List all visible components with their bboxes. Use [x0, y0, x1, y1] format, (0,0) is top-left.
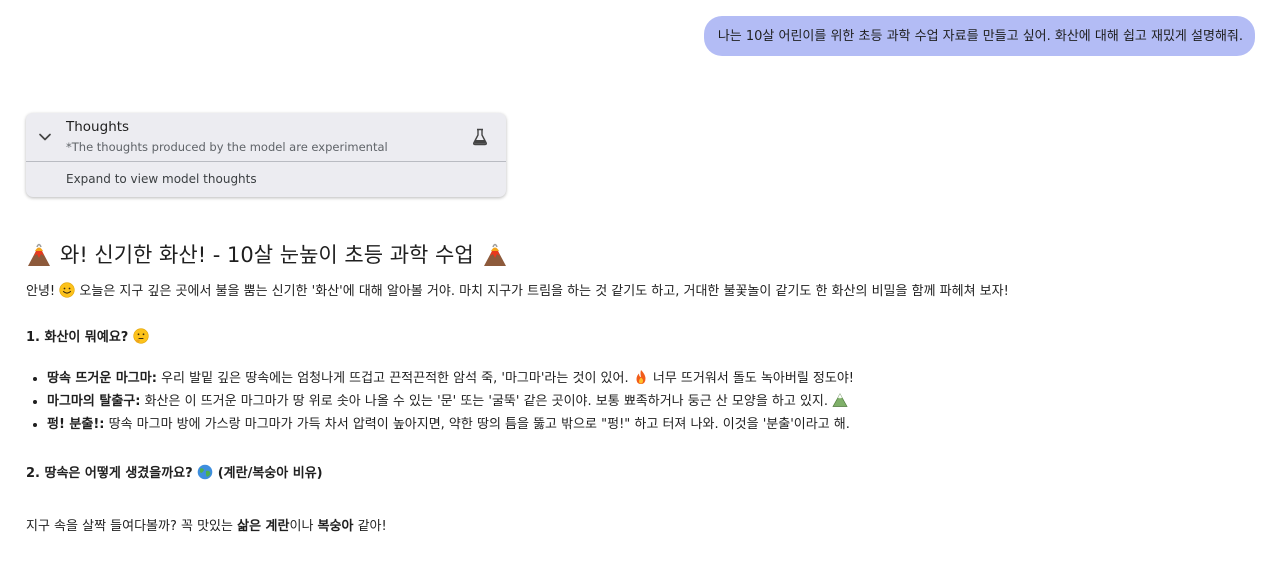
closing-bold-egg: 삶은 계란 [237, 519, 290, 534]
list-item: 땅속 뜨거운 마그마: 우리 발밑 깊은 땅속에는 엄청나게 뜨겁고 끈적끈적한… [47, 367, 1256, 390]
intro-paragraph: 안녕! 오늘은 지구 깊은 곳에서 불을 뿜는 신기한 '화산'에 대해 알아볼… [26, 282, 1256, 302]
expand-thoughts-link[interactable]: Expand to view model thoughts [66, 172, 257, 186]
intro-greeting: 안녕! [26, 284, 56, 299]
thinking-face-emoji-icon [133, 328, 149, 344]
list-item: 펑! 분출!: 땅속 마그마 방에 가스랑 마그마가 가득 차서 압력이 높아지… [47, 413, 1256, 436]
globe-emoji-icon [197, 464, 213, 480]
section-1-list: 땅속 뜨거운 마그마: 우리 발밑 깊은 땅속에는 엄청나게 뜨겁고 끈적끈적한… [26, 367, 1256, 436]
closing-text-b: 이나 [289, 519, 314, 534]
closing-text-a: 지구 속을 살짝 들여다볼까? 꼭 맛있는 [26, 519, 233, 534]
mountain-emoji-icon [832, 393, 848, 407]
chat-page: 나는 10살 어린이를 위한 초등 과학 수업 자료를 만들고 싶어. 화산에 … [0, 0, 1273, 570]
user-message-bubble: 나는 10살 어린이를 위한 초등 과학 수업 자료를 만들고 싶어. 화산에 … [703, 16, 1255, 56]
fire-emoji-icon [636, 370, 646, 384]
response-heading: 와! 신기한 화산! - 10살 눈높이 초등 과학 수업 [26, 238, 1256, 272]
user-message-text: 나는 10살 어린이를 위한 초등 과학 수업 자료를 만들고 싶어. 화산에 … [717, 29, 1243, 44]
list-item-text: 화산은 이 뜨거운 마그마가 땅 위로 솟아 나올 수 있는 '문' 또는 '굴… [144, 394, 829, 409]
flask-icon [472, 128, 488, 146]
list-item-term: 땅속 뜨거운 마그마: [47, 371, 157, 386]
closing-text-c: 같아! [357, 519, 387, 534]
thoughts-divider [26, 161, 506, 162]
thoughts-panel[interactable]: Thoughts *The thoughts produced by the m… [26, 113, 506, 197]
response-heading-text: 와! 신기한 화산! - 10살 눈높이 초등 과학 수업 [60, 243, 474, 267]
list-item: 마그마의 탈출구: 화산은 이 뜨거운 마그마가 땅 위로 솟아 나올 수 있는… [47, 390, 1256, 413]
thoughts-subtitle: *The thoughts produced by the model are … [66, 140, 388, 154]
section-1-title-text: 1. 화산이 뭐예요? [26, 330, 129, 345]
volcano-emoji-icon [28, 243, 50, 266]
list-item-tail: 너무 뜨거워서 돌도 녹아버릴 정도야! [652, 371, 855, 386]
section-2-title-text: 2. 땅속은 어떻게 생겼을까요? [26, 466, 193, 481]
thoughts-header[interactable]: Thoughts *The thoughts produced by the m… [26, 113, 506, 161]
list-item-term: 마그마의 탈출구: [47, 394, 141, 409]
list-item-text: 땅속 마그마 방에 가스랑 마그마가 가득 차서 압력이 높아지면, 약한 땅의… [108, 417, 850, 432]
volcano-emoji-icon [483, 243, 506, 266]
chevron-down-icon[interactable] [38, 132, 52, 142]
model-response: 와! 신기한 화산! - 10살 눈높이 초등 과학 수업 안녕! 오늘은 지구… [26, 238, 1256, 537]
intro-text: 오늘은 지구 깊은 곳에서 불을 뿜는 신기한 '화산'에 대해 알아볼 거야.… [79, 284, 1009, 299]
smiling-face-emoji-icon [59, 282, 75, 298]
closing-paragraph: 지구 속을 살짝 들여다볼까? 꼭 맛있는 삶은 계란이나 복숭아 같아! [26, 517, 1256, 537]
list-item-term: 펑! 분출!: [47, 417, 105, 432]
section-1-title: 1. 화산이 뭐예요? [26, 328, 1256, 348]
list-item-text: 우리 발밑 깊은 땅속에는 엄청나게 뜨겁고 끈적끈적한 암석 죽, '마그마'… [161, 371, 629, 386]
closing-bold-peach: 복숭아 [317, 519, 354, 534]
thoughts-title: Thoughts [66, 119, 130, 135]
section-2-title: 2. 땅속은 어떻게 생겼을까요? (계란/복숭아 비유) [26, 464, 1256, 484]
section-2-title-suffix: (계란/복숭아 비유) [217, 466, 323, 481]
